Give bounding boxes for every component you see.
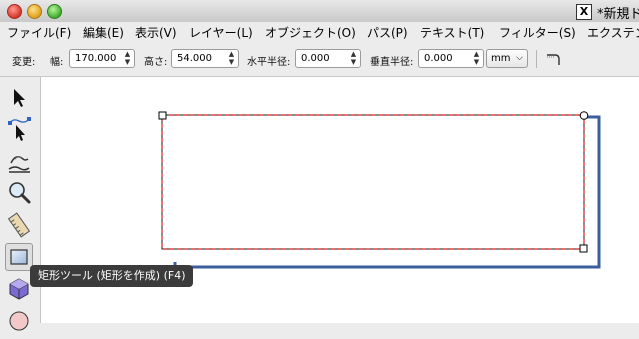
width-stepper[interactable]: ▲ ▼ bbox=[123, 50, 132, 67]
menu-layer[interactable]: レイヤー(L) bbox=[189, 24, 253, 41]
chevron-down-icon: ⌵ bbox=[516, 53, 523, 63]
selector-tool[interactable] bbox=[5, 83, 33, 111]
title-bar: X *新規ド bbox=[0, 0, 639, 23]
width-label: 幅: bbox=[50, 57, 64, 68]
x11-app-icon: X bbox=[576, 4, 592, 20]
height-value: 54.000 bbox=[177, 53, 212, 64]
resize-handle-top-left[interactable] bbox=[158, 111, 167, 120]
menu-filters[interactable]: フィルター(S) bbox=[499, 24, 576, 41]
menu-text[interactable]: テキスト(T) bbox=[420, 24, 484, 41]
tweak-tool[interactable] bbox=[5, 147, 33, 175]
tweak-icon bbox=[8, 156, 30, 173]
menu-path[interactable]: パス(P) bbox=[367, 24, 408, 41]
zoom-window-button[interactable] bbox=[47, 4, 62, 19]
toolbar-separator bbox=[536, 50, 537, 68]
zoom-tool[interactable] bbox=[5, 179, 33, 207]
unit-select[interactable]: mm ⌵ bbox=[486, 49, 528, 68]
unit-value: mm bbox=[491, 53, 511, 64]
height-label: 高さ: bbox=[144, 57, 168, 68]
rx-label: 水平半径: bbox=[247, 57, 291, 68]
measure-icon bbox=[7, 212, 31, 238]
menu-file[interactable]: ファイル(F) bbox=[7, 24, 71, 41]
window-title: *新規ド bbox=[597, 7, 639, 22]
menu-edit[interactable]: 編集(E) bbox=[83, 24, 124, 41]
drawn-rectangle[interactable] bbox=[161, 114, 585, 250]
menu-object[interactable]: オブジェクト(O) bbox=[265, 24, 356, 41]
rx-spinbox[interactable]: 0.000 ▲ ▼ bbox=[295, 49, 361, 68]
tool-controls-bar: 変更: 幅: 170.000 ▲ ▼ 高さ: 54.000 ▲ ▼ 水平半径: 0.… bbox=[0, 43, 639, 77]
rectangle-icon bbox=[10, 249, 28, 265]
zoom-icon bbox=[9, 182, 31, 204]
corner-radius-handle[interactable] bbox=[579, 111, 589, 120]
ry-label: 垂直半径: bbox=[370, 57, 414, 68]
3d-box-tool[interactable] bbox=[5, 275, 33, 303]
rectangle-tool[interactable] bbox=[5, 243, 33, 271]
ry-value: 0.000 bbox=[424, 53, 453, 64]
menu-view[interactable]: 表示(V) bbox=[135, 24, 177, 41]
ry-stepper[interactable]: ▲ ▼ bbox=[472, 50, 481, 67]
node-editor-tool[interactable] bbox=[5, 115, 33, 143]
transform-label: 変更: bbox=[12, 57, 36, 68]
ellipse-tool[interactable] bbox=[5, 307, 33, 335]
height-stepper[interactable]: ▲ ▼ bbox=[227, 50, 236, 67]
3d-box-icon bbox=[9, 278, 29, 300]
tool-tooltip: 矩形ツール (矩形を作成) (F4) bbox=[30, 265, 194, 287]
menu-extensions[interactable]: エクステン bbox=[587, 24, 639, 41]
rx-value: 0.000 bbox=[301, 53, 330, 64]
resize-handle-bottom-right[interactable] bbox=[579, 244, 588, 253]
node-editor-icon bbox=[8, 117, 31, 141]
selector-icon bbox=[14, 89, 25, 107]
width-value: 170.000 bbox=[75, 53, 117, 64]
rx-stepper[interactable]: ▲ ▼ bbox=[349, 50, 358, 67]
menu-bar: ファイル(F) 編集(E) 表示(V) レイヤー(L) オブジェクト(O) パス… bbox=[0, 22, 639, 42]
ry-spinbox[interactable]: 0.000 ▲ ▼ bbox=[418, 49, 484, 68]
minimize-window-button[interactable] bbox=[27, 4, 42, 19]
width-spinbox[interactable]: 170.000 ▲ ▼ bbox=[69, 49, 135, 68]
ellipse-icon bbox=[9, 311, 29, 331]
measure-tool[interactable] bbox=[5, 211, 33, 239]
close-window-button[interactable] bbox=[7, 4, 22, 19]
rounded-corners-reset-icon[interactable] bbox=[546, 53, 560, 65]
height-spinbox[interactable]: 54.000 ▲ ▼ bbox=[171, 49, 239, 68]
